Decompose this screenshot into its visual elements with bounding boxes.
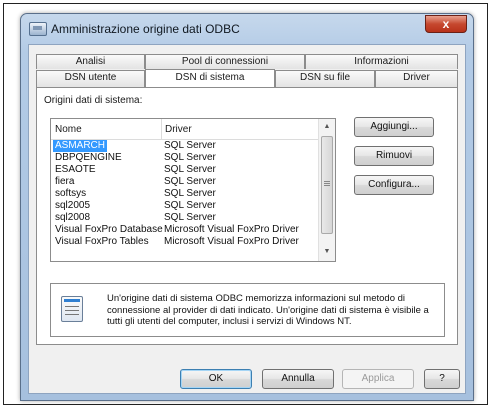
- column-header-driver[interactable]: Driver: [165, 124, 192, 135]
- cancel-button[interactable]: Annulla: [262, 369, 334, 389]
- list-item[interactable]: fiera SQL Server: [51, 176, 319, 188]
- dsn-driver: SQL Server: [164, 200, 216, 211]
- dsn-name: ESAOTE: [55, 164, 96, 175]
- data-source-list[interactable]: Nome Driver ASMARCH SQL Server DBPQENGINE S…: [50, 118, 336, 262]
- dsn-name: Visual FoxPro Tables: [55, 236, 149, 247]
- close-button[interactable]: x: [425, 15, 467, 33]
- odbc-dialog-window: Amministrazione origine dati ODBC x Anal…: [20, 13, 474, 401]
- dsn-driver: SQL Server: [164, 140, 216, 151]
- tab-dsn-file[interactable]: DSN su file: [275, 70, 375, 87]
- dsn-name: Visual FoxPro Database: [55, 224, 163, 235]
- column-header-nome[interactable]: Nome: [55, 124, 82, 135]
- tab-label: DSN utente: [64, 72, 117, 83]
- tab-dsn-utente[interactable]: DSN utente: [36, 70, 145, 87]
- data-source-info-icon: [61, 296, 83, 322]
- tab-label: DSN di sistema: [175, 72, 245, 83]
- odbc-app-icon: [29, 22, 47, 36]
- column-divider[interactable]: [161, 119, 162, 139]
- dsn-driver: Microsoft Visual FoxPro Driver: [164, 236, 299, 247]
- tab-pool-connessioni[interactable]: Pool di connessioni: [145, 54, 305, 69]
- tab-label: DSN su file: [299, 72, 350, 83]
- tab-label: Analisi: [75, 56, 106, 67]
- tab-analisi[interactable]: Analisi: [36, 54, 145, 69]
- tab-label: Driver: [403, 72, 430, 83]
- add-button[interactable]: Aggiungi...: [354, 117, 434, 137]
- vertical-scrollbar[interactable]: ▲ ▼: [318, 119, 335, 261]
- dsn-name: fiera: [55, 176, 75, 187]
- ok-button[interactable]: OK: [180, 369, 252, 389]
- tab-driver[interactable]: Driver: [375, 70, 458, 87]
- dsn-name: sql2005: [55, 200, 91, 211]
- scroll-down-arrow-icon[interactable]: ▼: [320, 244, 334, 260]
- list-item[interactable]: Visual FoxPro Tables Microsoft Visual Fox…: [51, 236, 319, 248]
- dsn-driver: SQL Server: [164, 164, 216, 175]
- list-header: Nome Driver: [51, 119, 319, 140]
- dsn-driver: SQL Server: [164, 212, 216, 223]
- list-item[interactable]: ASMARCH SQL Server: [51, 140, 319, 152]
- dialog-client-area: Analisi Pool di connessioni Informazioni…: [28, 44, 466, 394]
- system-dsn-label: Origini dati di sistema:: [44, 95, 143, 106]
- list-item[interactable]: Visual FoxPro Database Microsoft Visual F…: [51, 224, 319, 236]
- dsn-driver: SQL Server: [164, 152, 216, 163]
- help-button[interactable]: ?: [424, 369, 460, 389]
- tab-dsn-sistema[interactable]: DSN di sistema: [145, 69, 275, 87]
- dsn-driver: SQL Server: [164, 176, 216, 187]
- system-dsn-panel: Origini dati di sistema: Nome Driver ASM…: [36, 87, 458, 345]
- list-item[interactable]: ESAOTE SQL Server: [51, 164, 319, 176]
- title-bar[interactable]: Amministrazione origine dati ODBC x: [21, 14, 473, 44]
- dsn-name: sql2008: [55, 212, 91, 223]
- scrollbar-thumb[interactable]: [321, 136, 333, 234]
- list-item[interactable]: softsys SQL Server: [51, 188, 319, 200]
- scroll-up-arrow-icon[interactable]: ▲: [320, 119, 334, 135]
- list-item[interactable]: sql2008 SQL Server: [51, 212, 319, 224]
- remove-button[interactable]: Rimuovi: [354, 146, 434, 166]
- tab-label: Pool di connessioni: [181, 56, 269, 67]
- list-item[interactable]: sql2005 SQL Server: [51, 200, 319, 212]
- list-item[interactable]: DBPQENGINE SQL Server: [51, 152, 319, 164]
- scrollbar-grip-icon: [324, 181, 330, 182]
- configure-button[interactable]: Configura...: [354, 175, 434, 195]
- window-title: Amministrazione origine dati ODBC: [51, 22, 240, 36]
- info-box: Un'origine dati di sistema ODBC memorizz…: [50, 283, 445, 337]
- tab-label: Informazioni: [354, 56, 409, 67]
- dsn-driver: Microsoft Visual FoxPro Driver: [164, 224, 299, 235]
- dsn-name: softsys: [55, 188, 87, 199]
- dsn-driver: SQL Server: [164, 188, 216, 199]
- apply-button[interactable]: Applica: [342, 369, 414, 389]
- info-description: Un'origine dati di sistema ODBC memorizz…: [107, 293, 429, 327]
- list-rows: ASMARCH SQL Server DBPQENGINE SQL Server ESA…: [51, 140, 319, 248]
- dsn-name: ASMARCH: [53, 140, 108, 152]
- tab-informazioni[interactable]: Informazioni: [305, 54, 458, 69]
- dsn-name: DBPQENGINE: [55, 152, 122, 163]
